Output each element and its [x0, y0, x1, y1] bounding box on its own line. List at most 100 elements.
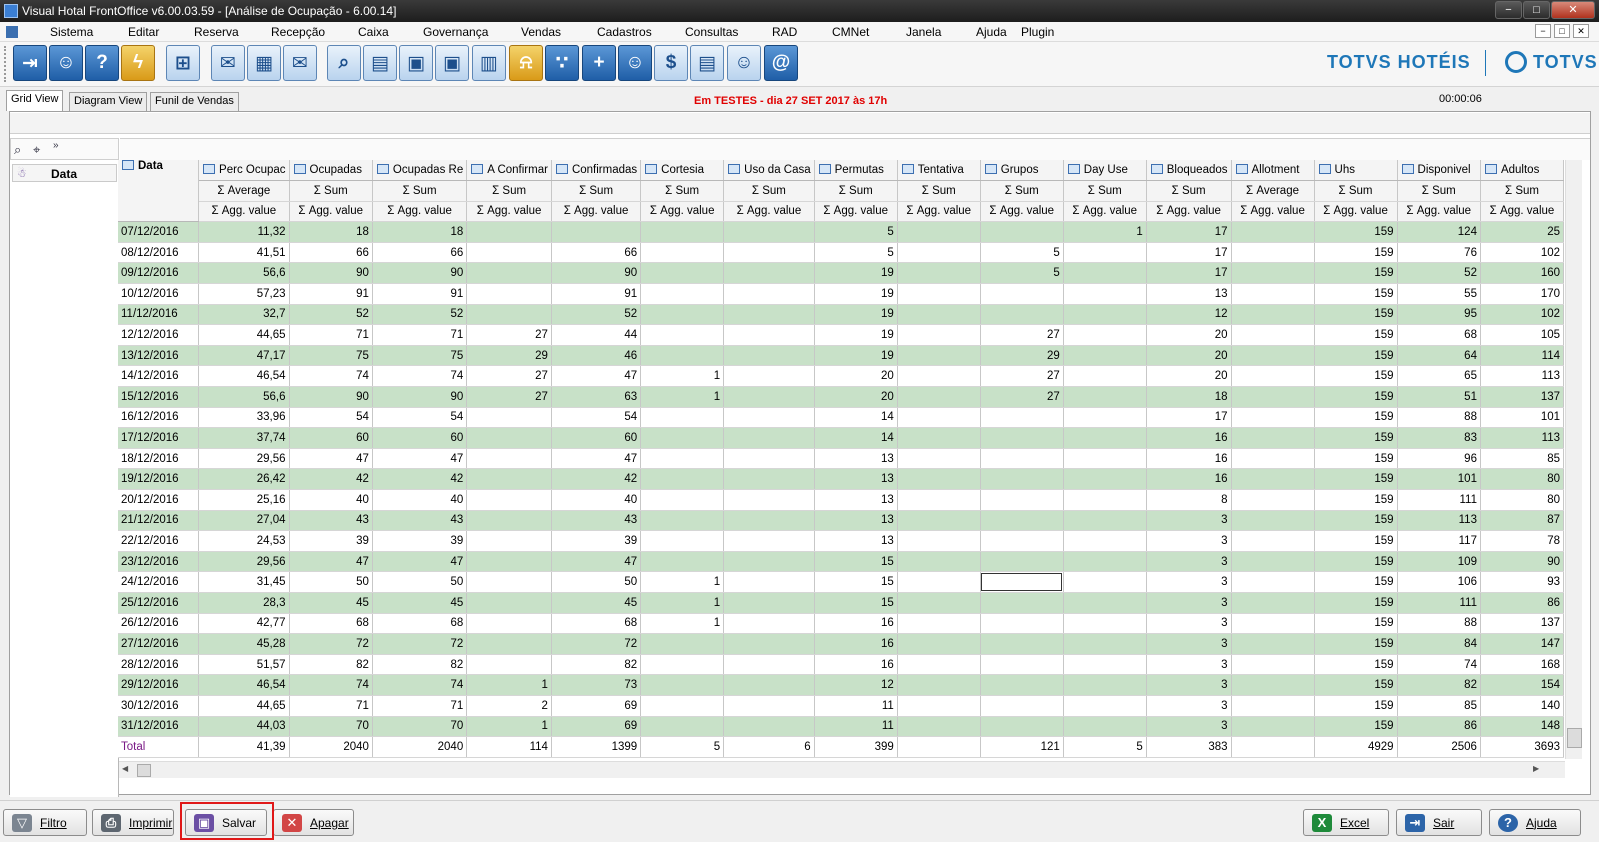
value-cell[interactable]: 13	[814, 448, 898, 470]
footprints-icon[interactable]: ∵	[545, 45, 579, 81]
value-cell[interactable]	[980, 530, 1064, 552]
value-cell[interactable]: 5	[814, 221, 898, 243]
value-cell[interactable]	[640, 345, 725, 367]
value-cell[interactable]: 52	[551, 304, 642, 326]
value-cell[interactable]	[980, 304, 1064, 326]
value-cell[interactable]: 51	[1397, 386, 1481, 408]
value-cell[interactable]: 101	[1480, 407, 1564, 429]
value-cell[interactable]: 19	[814, 304, 898, 326]
value-cell[interactable]: 90	[1480, 551, 1564, 573]
total-value-cell[interactable]: 5	[640, 736, 725, 758]
value-cell[interactable]	[1231, 242, 1315, 264]
value-cell[interactable]	[466, 613, 552, 635]
value-cell[interactable]: 44,65	[198, 695, 290, 717]
value-cell[interactable]: 70	[372, 716, 468, 738]
value-cell[interactable]: 3	[1146, 592, 1232, 614]
value-cell[interactable]	[466, 407, 552, 429]
value-cell[interactable]: 47	[372, 551, 468, 573]
scroll-right-icon[interactable]: ▶	[1533, 764, 1539, 773]
value-cell[interactable]: 85	[1480, 448, 1564, 470]
value-cell[interactable]: 93	[1480, 571, 1564, 593]
value-cell[interactable]: 42	[551, 468, 642, 490]
value-cell[interactable]	[640, 262, 725, 285]
row-date-cell[interactable]: 15/12/2016	[118, 386, 200, 408]
room-board-icon[interactable]: ▣	[435, 45, 469, 81]
column-header[interactable]: Allotment	[1231, 160, 1315, 182]
value-cell[interactable]: 29,56	[198, 448, 290, 470]
total-value-cell[interactable]: 383	[1146, 736, 1232, 758]
lightning-icon[interactable]: ϟ	[121, 45, 155, 81]
value-cell[interactable]	[897, 262, 981, 285]
value-cell[interactable]	[897, 654, 981, 676]
value-cell[interactable]: 3	[1146, 510, 1232, 532]
value-cell[interactable]: 27	[466, 386, 552, 408]
total-value-cell[interactable]: 2506	[1397, 736, 1481, 758]
value-cell[interactable]: 68	[551, 613, 642, 635]
value-cell[interactable]: 168	[1480, 654, 1564, 676]
value-cell[interactable]: 13	[814, 489, 898, 511]
value-cell[interactable]: 83	[1397, 427, 1481, 449]
value-cell[interactable]: 159	[1314, 407, 1398, 429]
value-cell[interactable]: 17	[1146, 221, 1232, 243]
value-cell[interactable]: 13	[814, 510, 898, 532]
value-cell[interactable]	[980, 407, 1064, 429]
vertical-scroll-thumb[interactable]	[1567, 728, 1582, 748]
total-value-cell[interactable]: 121	[980, 736, 1064, 758]
value-cell[interactable]: 43	[289, 510, 373, 532]
value-cell[interactable]: 16	[814, 613, 898, 635]
value-cell[interactable]	[980, 427, 1064, 449]
value-cell[interactable]: 46	[551, 345, 642, 367]
agg-value-header[interactable]: Σ Agg. value	[1480, 201, 1564, 223]
total-value-cell[interactable]: 4929	[1314, 736, 1398, 758]
value-cell[interactable]: 3	[1146, 654, 1232, 676]
value-cell[interactable]	[640, 304, 725, 326]
agg-value-header[interactable]: Σ Agg. value	[198, 201, 290, 223]
value-cell[interactable]: 111	[1397, 592, 1481, 614]
value-cell[interactable]	[723, 345, 815, 367]
value-cell[interactable]	[723, 448, 815, 470]
value-cell[interactable]	[551, 221, 642, 243]
network-icon[interactable]: ⊞	[166, 45, 200, 81]
value-cell[interactable]: 42	[289, 468, 373, 490]
value-cell[interactable]	[466, 592, 552, 614]
value-cell[interactable]: 19	[814, 262, 898, 285]
value-cell[interactable]	[1063, 427, 1147, 449]
data-field-header[interactable]: Data	[118, 160, 200, 223]
agg-value-header[interactable]: Σ Agg. value	[372, 201, 468, 223]
row-date-cell[interactable]: 29/12/2016	[118, 674, 200, 696]
value-cell[interactable]	[980, 716, 1064, 738]
row-date-cell[interactable]: 17/12/2016	[118, 427, 200, 449]
value-cell[interactable]: 82	[551, 654, 642, 676]
value-cell[interactable]: 95	[1397, 304, 1481, 326]
value-cell[interactable]	[1063, 654, 1147, 676]
column-header[interactable]: Perc Ocupac	[198, 160, 290, 182]
value-cell[interactable]: 52	[372, 304, 468, 326]
column-header[interactable]: Confirmadas	[551, 160, 642, 182]
value-cell[interactable]	[723, 613, 815, 635]
value-cell[interactable]: 102	[1480, 304, 1564, 326]
value-cell[interactable]	[723, 221, 815, 243]
value-cell[interactable]: 159	[1314, 427, 1398, 449]
value-cell[interactable]: 86	[1397, 716, 1481, 738]
value-cell[interactable]: 17	[1146, 407, 1232, 429]
value-cell[interactable]	[1231, 716, 1315, 738]
value-cell[interactable]: 17	[1146, 262, 1232, 285]
row-field-data[interactable]: ☃ Data	[12, 164, 117, 182]
value-cell[interactable]: 3	[1146, 695, 1232, 717]
row-date-cell[interactable]: 27/12/2016	[118, 633, 200, 655]
menu-vendas[interactable]: Vendas	[521, 25, 561, 39]
value-cell[interactable]: 43	[551, 510, 642, 532]
value-cell[interactable]: 71	[372, 695, 468, 717]
value-cell[interactable]	[980, 551, 1064, 573]
sair-button[interactable]: ⇥ Sair	[1396, 809, 1482, 836]
value-cell[interactable]	[466, 510, 552, 532]
value-cell[interactable]: 159	[1314, 304, 1398, 326]
scroll-left-icon[interactable]: ◀	[122, 764, 128, 773]
value-cell[interactable]: 29	[980, 345, 1064, 367]
menu-rad[interactable]: RAD	[772, 25, 797, 39]
row-date-cell[interactable]: 12/12/2016	[118, 324, 200, 346]
value-cell[interactable]: 40	[289, 489, 373, 511]
value-cell[interactable]: 13	[1146, 283, 1232, 305]
value-cell[interactable]	[723, 386, 815, 408]
value-cell[interactable]: 18	[289, 221, 373, 243]
